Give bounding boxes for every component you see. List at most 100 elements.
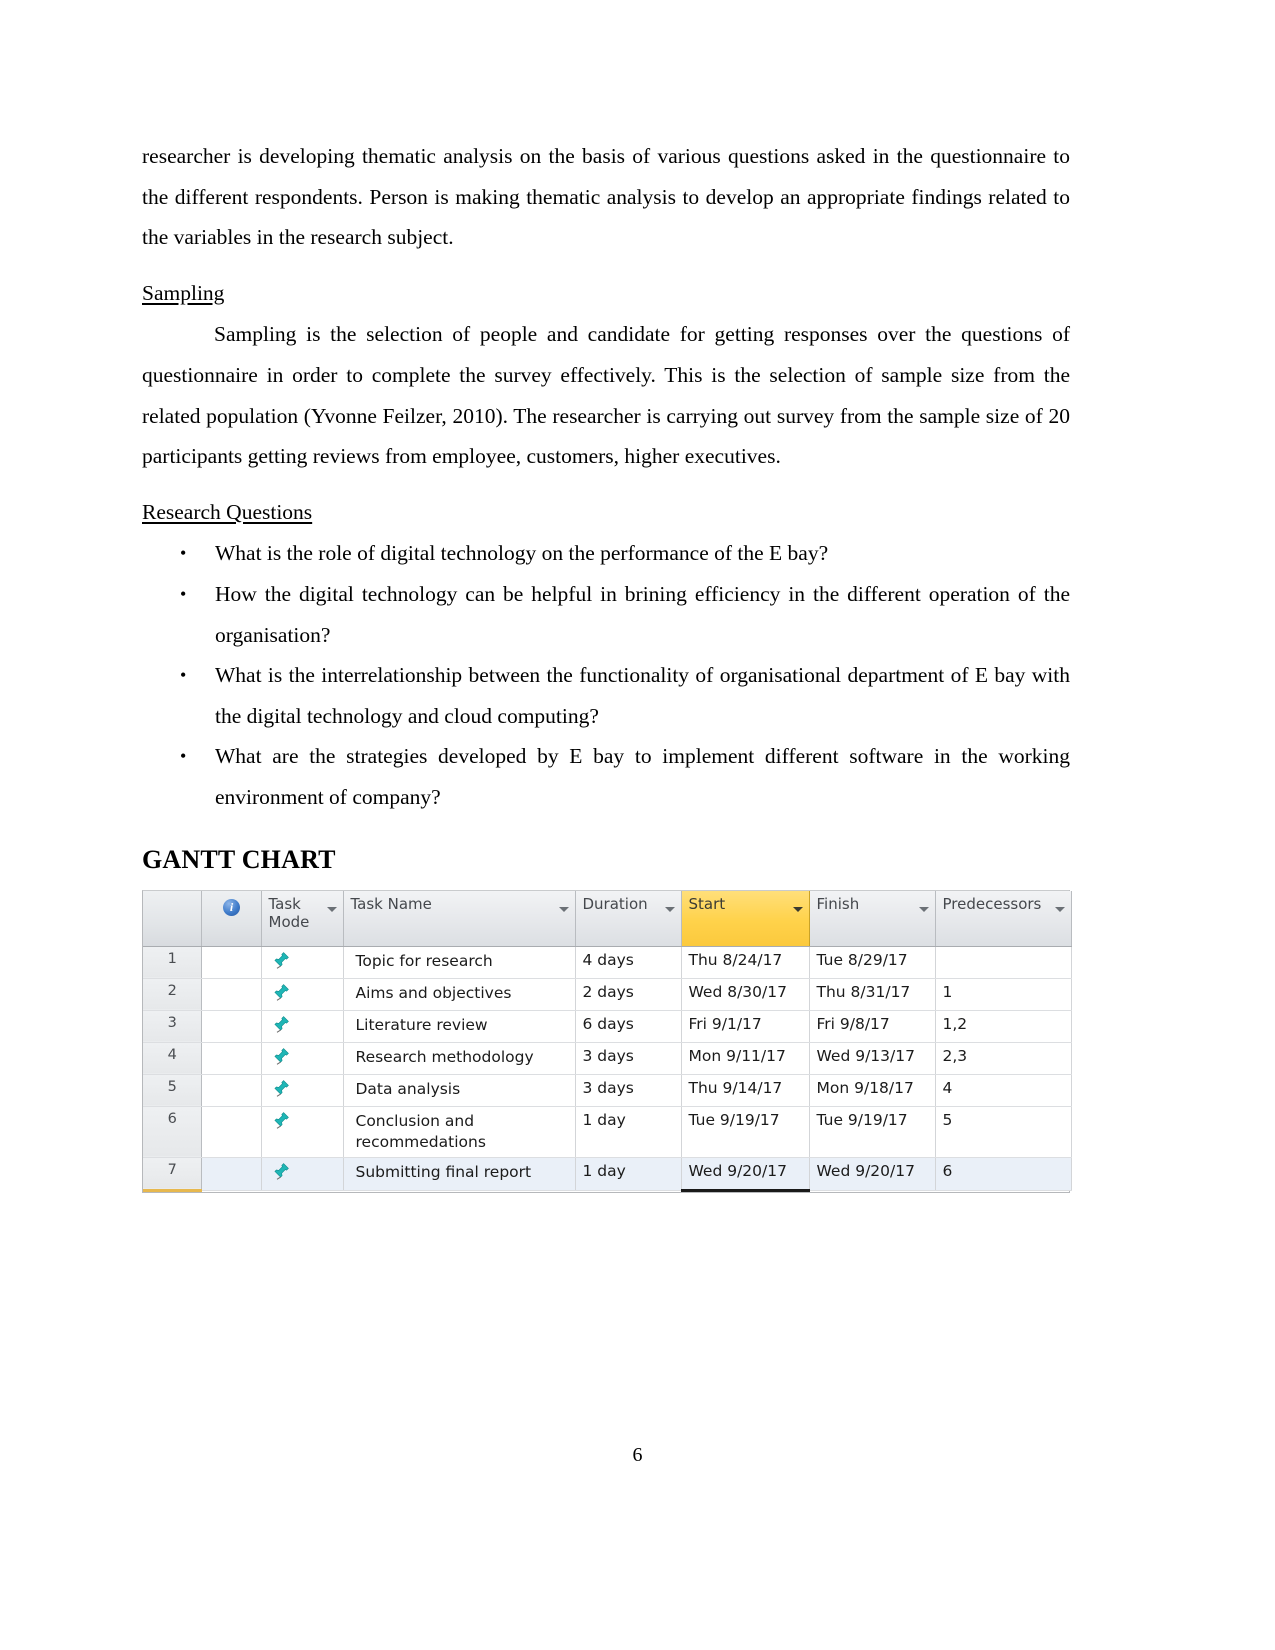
row-finish[interactable]: Wed 9/13/17 <box>809 1042 936 1075</box>
row-start[interactable]: Thu 8/24/17 <box>681 946 810 979</box>
table-row[interactable]: 6 Conclusion and recommedations 1 day Tue 9… <box>143 1106 1072 1158</box>
bullet-glyph: • <box>180 543 187 564</box>
row-task-mode[interactable] <box>261 1106 344 1158</box>
pushpin-icon <box>272 1015 290 1033</box>
research-questions-list: • What is the role of digital technology… <box>142 533 1070 817</box>
sampling-heading: Sampling <box>142 280 225 305</box>
row-task-mode[interactable] <box>261 1157 344 1191</box>
row-indicator[interactable] <box>201 978 262 1011</box>
row-start[interactable]: Wed 8/30/17 <box>681 978 810 1011</box>
column-header-id[interactable] <box>143 890 202 947</box>
column-header-label: Start <box>688 894 726 913</box>
row-task-name[interactable]: Literature review <box>343 1010 576 1043</box>
row-start[interactable]: Wed 9/20/17 <box>681 1157 810 1192</box>
chevron-down-icon[interactable] <box>326 906 337 912</box>
row-task-mode[interactable] <box>261 978 344 1011</box>
row-id: 4 <box>143 1042 202 1075</box>
row-predecessors[interactable]: 2,3 <box>935 1042 1072 1075</box>
row-predecessors[interactable]: 1,2 <box>935 1010 1072 1043</box>
chevron-down-icon[interactable] <box>558 906 569 912</box>
column-header-label: Task Name <box>350 894 432 913</box>
chevron-down-icon[interactable] <box>792 906 803 912</box>
row-duration[interactable]: 1 day <box>575 1106 682 1158</box>
row-predecessors[interactable]: 4 <box>935 1074 1072 1107</box>
chevron-down-icon[interactable] <box>918 906 929 912</box>
table-row[interactable]: 2 Aims and objectives 2 days Wed 8/30/17 Thu… <box>143 978 1072 1011</box>
page-content: researcher is developing thematic analys… <box>142 136 1072 1193</box>
row-predecessors[interactable]: 6 <box>935 1157 1072 1191</box>
row-task-name[interactable]: Aims and objectives <box>343 978 576 1011</box>
row-task-mode[interactable] <box>261 946 344 979</box>
row-duration[interactable]: 1 day <box>575 1157 682 1191</box>
row-duration[interactable]: 3 days <box>575 1042 682 1075</box>
row-finish[interactable]: Thu 8/31/17 <box>809 978 936 1011</box>
row-indicator[interactable] <box>201 1010 262 1043</box>
column-header-predecessors[interactable]: Predecessors <box>935 890 1072 947</box>
question-text: What is the role of digital technology o… <box>215 541 829 566</box>
row-duration[interactable]: 3 days <box>575 1074 682 1107</box>
row-id: 3 <box>143 1010 202 1043</box>
row-finish[interactable]: Fri 9/8/17 <box>809 1010 936 1043</box>
row-task-mode[interactable] <box>261 1042 344 1075</box>
column-header-finish[interactable]: Finish <box>809 890 936 947</box>
row-indicator[interactable] <box>201 1157 262 1191</box>
sampling-paragraph: Sampling is the selection of people and … <box>142 322 1070 469</box>
row-indicator[interactable] <box>201 1106 262 1158</box>
row-duration[interactable]: 6 days <box>575 1010 682 1043</box>
row-start[interactable]: Thu 9/14/17 <box>681 1074 810 1107</box>
chevron-down-icon[interactable] <box>1054 906 1065 912</box>
sampling-section: Sampling <box>142 265 1070 315</box>
column-header-indicators[interactable]: i <box>201 890 262 947</box>
row-indicator[interactable] <box>201 1074 262 1107</box>
table-header-row: i Task Mode Task Name Duration Start Fin… <box>143 890 1072 947</box>
column-header-label: Duration <box>582 894 648 913</box>
column-header-label: Task Mode <box>268 894 310 931</box>
question-text: How the digital technology can be helpfu… <box>215 581 1070 647</box>
table-row[interactable]: 4 Research methodology 3 days Mon 9/11/17 We… <box>143 1042 1072 1075</box>
bullet-glyph: • <box>180 746 187 767</box>
column-header-label: Predecessors <box>942 894 1042 913</box>
row-duration[interactable]: 2 days <box>575 978 682 1011</box>
list-item: • What is the role of digital technology… <box>142 533 1070 574</box>
row-finish[interactable]: Mon 9/18/17 <box>809 1074 936 1107</box>
row-predecessors[interactable] <box>935 946 1072 979</box>
row-task-name[interactable]: Conclusion and recommedations <box>343 1106 576 1158</box>
row-task-name[interactable]: Topic for research <box>343 946 576 979</box>
pushpin-icon <box>272 1047 290 1065</box>
row-task-mode[interactable] <box>261 1074 344 1107</box>
pushpin-icon <box>272 1162 290 1180</box>
row-task-mode[interactable] <box>261 1010 344 1043</box>
question-text: What is the interrelationship between th… <box>215 663 1070 728</box>
column-header-duration[interactable]: Duration <box>575 890 682 947</box>
document-page: researcher is developing thematic analys… <box>0 0 1275 1650</box>
row-start[interactable]: Mon 9/11/17 <box>681 1042 810 1075</box>
column-header-task-name[interactable]: Task Name <box>343 890 576 947</box>
bullet-glyph: • <box>180 583 187 604</box>
row-finish[interactable]: Wed 9/20/17 <box>809 1157 936 1191</box>
row-indicator[interactable] <box>201 946 262 979</box>
table-row[interactable]: 5 Data analysis 3 days Thu 9/14/17 Mon 9/18/… <box>143 1074 1072 1107</box>
row-start[interactable]: Tue 9/19/17 <box>681 1106 810 1158</box>
row-task-name[interactable]: Submitting final report <box>343 1157 576 1191</box>
column-header-start[interactable]: Start <box>680 890 810 947</box>
row-indicator[interactable] <box>201 1042 262 1075</box>
row-duration[interactable]: 4 days <box>575 946 682 979</box>
table-row[interactable]: 7 Submitting final report 1 day Wed 9/20/17… <box>143 1157 1072 1192</box>
table-row[interactable]: 1 Topic for research 4 days Thu 8/24/17 Tue … <box>143 946 1072 979</box>
info-icon: i <box>223 898 240 916</box>
row-id: 2 <box>143 978 202 1011</box>
table-row[interactable]: 3 Literature review 6 days Fri 9/1/17 Fri 9/… <box>143 1010 1072 1043</box>
row-id: 1 <box>143 946 202 979</box>
column-header-task-mode[interactable]: Task Mode <box>261 890 344 947</box>
row-predecessors[interactable]: 5 <box>935 1106 1072 1158</box>
row-start[interactable]: Fri 9/1/17 <box>681 1010 810 1043</box>
question-text: What are the strategies developed by E b… <box>215 744 1070 809</box>
row-finish[interactable]: Tue 9/19/17 <box>809 1106 936 1158</box>
chevron-down-icon[interactable] <box>664 906 675 912</box>
row-task-name[interactable]: Research methodology <box>343 1042 576 1075</box>
page-number: 6 <box>632 1444 643 1466</box>
row-predecessors[interactable]: 1 <box>935 978 1072 1011</box>
row-finish[interactable]: Tue 8/29/17 <box>809 946 936 979</box>
row-task-name[interactable]: Data analysis <box>343 1074 576 1107</box>
research-questions-heading: Research Questions <box>142 499 313 524</box>
